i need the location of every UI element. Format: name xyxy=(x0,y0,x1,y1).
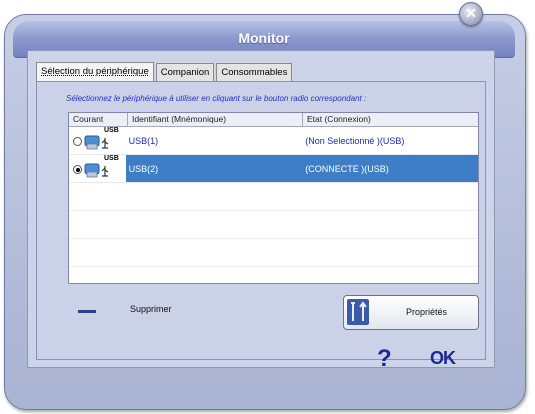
device-state: (Non Selectionné )(USB) xyxy=(305,135,405,146)
device-row[interactable]: USB USB(2) (CONNECTE )(USB) xyxy=(69,155,478,183)
tab-companion[interactable]: Companion xyxy=(155,63,215,82)
device-radio[interactable] xyxy=(73,137,82,146)
tab-label: Consommables xyxy=(221,67,288,78)
instruction-text: Sélectionnez le périphérique à utiliser … xyxy=(66,94,367,103)
tab-device-selection[interactable]: Sélection du périphérique xyxy=(36,62,154,82)
device-radio[interactable] xyxy=(73,165,82,174)
column-header-identifier[interactable]: Identifiant (Mnémonique) xyxy=(128,113,303,126)
close-icon: ✕ xyxy=(465,5,477,21)
properties-label: Propriétés xyxy=(406,307,448,317)
usb-label: USB xyxy=(104,155,119,162)
properties-button[interactable]: Propriétés xyxy=(343,295,479,330)
device-list: Courant Identifiant (Mnémonique) Etat (C… xyxy=(68,112,479,284)
tab-label: Companion xyxy=(160,67,210,78)
tools-icon xyxy=(347,299,369,325)
delete-label[interactable]: Supprimer xyxy=(130,304,172,314)
empty-row xyxy=(69,239,478,267)
tab-consumables[interactable]: Consommables xyxy=(216,63,293,82)
current-cell: USB xyxy=(69,155,126,182)
tab-bar: Sélection du périphérique Companion Cons… xyxy=(36,62,293,82)
device-state: (CONNECTE )(USB) xyxy=(305,163,389,174)
help-button[interactable]: ? xyxy=(377,345,392,373)
empty-row xyxy=(69,211,478,239)
empty-row xyxy=(69,183,478,211)
device-row[interactable]: USB USB(1) (Non Selectionné )(USB) xyxy=(69,127,478,155)
column-header-current[interactable]: Courant xyxy=(69,113,128,126)
ok-button[interactable]: OK xyxy=(430,348,456,369)
device-identifier: USB(1) xyxy=(128,135,159,146)
window-title: Monitor xyxy=(238,30,290,46)
usb-label: USB xyxy=(104,127,119,134)
device-identifier: USB(2) xyxy=(128,163,159,174)
list-header: Courant Identifiant (Mnémonique) Etat (C… xyxy=(69,113,478,127)
column-header-state[interactable]: Etat (Connexion) xyxy=(303,113,478,126)
delete-button[interactable] xyxy=(78,310,96,313)
empty-row xyxy=(69,267,478,283)
close-button[interactable]: ✕ xyxy=(459,2,483,26)
tab-label: Sélection du périphérique xyxy=(41,66,149,77)
current-cell: USB xyxy=(69,127,126,154)
